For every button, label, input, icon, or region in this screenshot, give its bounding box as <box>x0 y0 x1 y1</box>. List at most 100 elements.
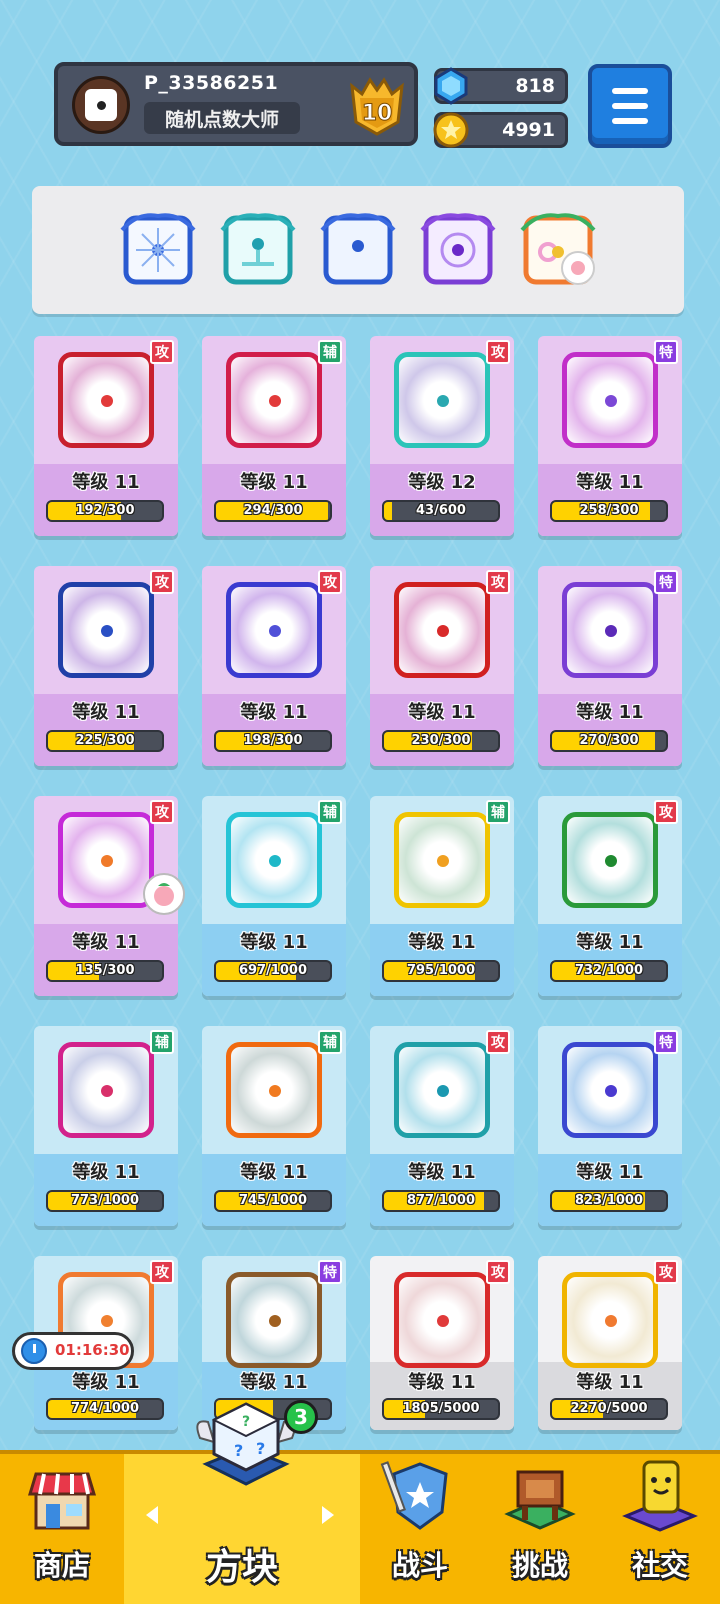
sword-dice-icon <box>226 1042 322 1138</box>
dice-card[interactable]: 特等级 11 823/1000 <box>538 1026 682 1226</box>
progress-text: 225/300 <box>75 733 135 748</box>
dice-level: 等级 11 <box>576 1372 644 1393</box>
peach-notification-icon <box>143 873 185 915</box>
dice-level: 等级 11 <box>408 702 476 723</box>
dice-type-tag: 攻 <box>150 570 174 594</box>
dice-type-tag: 攻 <box>486 340 510 364</box>
upgrade-progress-bar: 230/300 <box>382 730 500 752</box>
dice-level: 等级 11 <box>576 472 644 493</box>
nav-challenge[interactable]: 挑战 <box>480 1454 600 1604</box>
dice-card[interactable]: 攻等级 11 877/1000 <box>370 1026 514 1226</box>
dice-card[interactable]: 攻等级 11 2270/5000 <box>538 1256 682 1430</box>
cross-dice-icon <box>226 352 322 448</box>
upgrade-progress-bar: 732/1000 <box>550 960 668 982</box>
deck-slot-nebula-dice-icon[interactable] <box>418 210 498 290</box>
player-avatar <box>72 76 130 134</box>
dice-card[interactable]: 攻等级 11 1805/5000 <box>370 1256 514 1430</box>
dice-level: 等级 11 <box>576 1162 644 1183</box>
player-profile-panel[interactable]: P_33586251 随机点数大师 10 <box>54 62 418 146</box>
challenge-icon <box>504 1470 576 1530</box>
chest-timer[interactable]: 01:16:30 <box>12 1332 134 1370</box>
rank-number: 10 <box>362 101 393 126</box>
shop-icon <box>27 1472 97 1530</box>
dice-card[interactable]: 攻等级 11 732/1000 <box>538 796 682 996</box>
dice-type-tag: 辅 <box>486 800 510 824</box>
dice-level: 等级 11 <box>576 932 644 953</box>
hands-dice-icon <box>562 1042 658 1138</box>
deck-slot-snow-dice-icon[interactable] <box>118 210 198 290</box>
deck-slot-wind-dice-icon[interactable] <box>218 210 298 290</box>
player-title: 随机点数大师 <box>144 102 300 134</box>
social-icon <box>622 1460 698 1532</box>
menu-button[interactable] <box>588 64 672 148</box>
dice-type-tag: 攻 <box>150 340 174 364</box>
fire-dice-icon <box>394 582 490 678</box>
dice-type-tag: 特 <box>654 1030 678 1054</box>
upgrade-progress-bar: 192/300 <box>46 500 164 522</box>
progress-text: 745/1000 <box>238 1193 308 1208</box>
dice-notification-badge: 3 <box>284 1400 318 1434</box>
dice-card[interactable]: 辅等级 11 697/1000 <box>202 796 346 996</box>
gem-icon <box>434 67 468 105</box>
ice-burst-dice-icon <box>394 1042 490 1138</box>
dice-card[interactable]: 特等级 11 258/300 <box>538 336 682 536</box>
dice-card[interactable]: 攻等级 11 192/300 <box>34 336 178 536</box>
progress-text: 135/300 <box>75 963 135 978</box>
dice-card[interactable]: 辅等级 11 294/300 <box>202 336 346 536</box>
dice-level: 等级 11 <box>408 932 476 953</box>
dice-card[interactable]: 攻等级 11 198/300 <box>202 566 346 766</box>
progress-text: 258/300 <box>579 503 639 518</box>
battle-icon <box>380 1461 448 1530</box>
dice-level: 等级 11 <box>240 702 308 723</box>
dice-card[interactable]: 特等级 11 270/300 <box>538 566 682 766</box>
upgrade-progress-bar: 774/1000 <box>46 1398 164 1420</box>
dice-card[interactable]: 攻等级 11 225/300 <box>34 566 178 766</box>
nav-dice-label: 方块 <box>205 1547 278 1588</box>
dice-card[interactable]: 攻等级 12 43/600 <box>370 336 514 536</box>
dice-card[interactable]: 辅等级 11 773/1000 <box>34 1026 178 1226</box>
progress-text: 697/1000 <box>238 963 308 978</box>
dice-type-tag: 辅 <box>318 340 342 364</box>
deck-slot-moon-dice-icon[interactable] <box>318 210 398 290</box>
coin-amount: 4991 <box>502 119 555 141</box>
upgrade-progress-bar: 745/1000 <box>214 1190 332 1212</box>
upgrade-progress-bar: 258/300 <box>550 500 668 522</box>
deck-slot-rainbow-dice-icon[interactable] <box>518 210 598 290</box>
coin-counter[interactable]: 4991 <box>433 112 568 148</box>
nav-shop[interactable]: 商店 <box>0 1454 124 1604</box>
swap-dice-icon <box>562 352 658 448</box>
dice-type-tag: 辅 <box>318 1030 342 1054</box>
progress-text: 2270/5000 <box>570 1401 648 1416</box>
dice-level: 等级 11 <box>72 702 140 723</box>
dice-card[interactable]: 辅等级 11 795/1000 <box>370 796 514 996</box>
stopwatch-icon <box>21 1338 47 1364</box>
crack-dice-icon <box>562 582 658 678</box>
progress-text: 773/1000 <box>70 1193 140 1208</box>
dice-level: 等级 11 <box>240 472 308 493</box>
nav-battle[interactable]: 战斗 <box>360 1454 480 1604</box>
upgrade-progress-bar: 2270/5000 <box>550 1398 668 1420</box>
gem-counter[interactable]: 818 <box>434 67 568 105</box>
dice-level: 等级 11 <box>72 472 140 493</box>
dice-type-tag: 特 <box>654 570 678 594</box>
gear-dice-icon <box>58 582 154 678</box>
dice-card[interactable]: 攻等级 11 230/300 <box>370 566 514 766</box>
dice-type-tag: 攻 <box>654 1260 678 1284</box>
rank-badge-icon: 10 <box>350 77 404 136</box>
dice-level: 等级 11 <box>72 1162 140 1183</box>
dice-level: 等级 11 <box>240 932 308 953</box>
equipped-deck <box>32 186 684 314</box>
nav-prev-arrow-icon[interactable] <box>146 1506 158 1524</box>
upgrade-progress-bar: 43/600 <box>382 500 500 522</box>
nav-challenge-label: 挑战 <box>511 1549 568 1582</box>
dice-type-tag: 攻 <box>318 570 342 594</box>
nav-social[interactable]: 社交 <box>600 1454 720 1604</box>
dice-card[interactable]: 辅等级 11 745/1000 <box>202 1026 346 1226</box>
gravity-dice-icon <box>226 582 322 678</box>
progress-text: 823/1000 <box>574 1193 644 1208</box>
nav-next-arrow-icon[interactable] <box>322 1506 334 1524</box>
progress-text: 198/300 <box>243 733 303 748</box>
dice-level: 等级 12 <box>408 472 476 493</box>
nav-battle-label: 战斗 <box>391 1549 448 1582</box>
dice-level: 等级 11 <box>72 1372 140 1393</box>
